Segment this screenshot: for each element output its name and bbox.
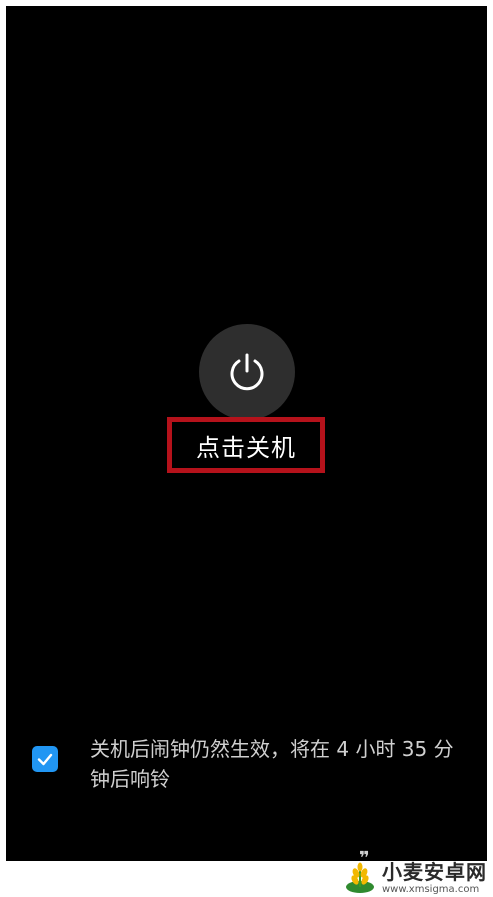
checkmark-icon (37, 753, 53, 766)
watermark: 小麦安卓网 www.xmsigma.com (342, 861, 487, 895)
watermark-name: 小麦安卓网 (382, 859, 487, 884)
power-off-label[interactable]: 点击关机 (196, 428, 296, 463)
alarm-checkbox[interactable] (32, 746, 58, 772)
wheat-logo-icon (346, 862, 374, 893)
power-off-button[interactable] (199, 324, 295, 420)
alarm-notice-text: 关机后闹钟仍然生效，将在 4 小时 35 分钟后响铃 (90, 737, 454, 791)
shutdown-screen: 点击关机 关机后闹钟仍然生效，将在 4 小时 35 分钟后响铃 ❞ (6, 6, 487, 869)
power-icon (230, 353, 264, 391)
power-off-highlight[interactable]: 点击关机 (167, 417, 325, 473)
watermark-url: www.xmsigma.com (382, 883, 480, 895)
